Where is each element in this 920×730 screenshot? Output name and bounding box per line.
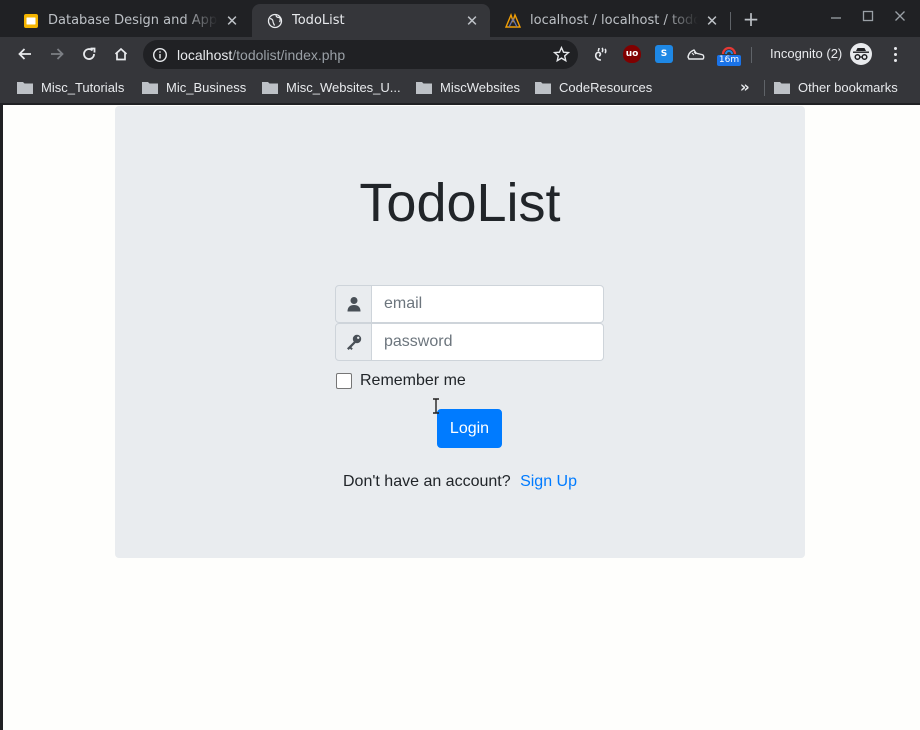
home-button[interactable] <box>109 42 133 66</box>
bookmark-coderesources[interactable]: CodeResources <box>535 78 652 96</box>
minimize-button[interactable] <box>825 6 847 26</box>
tracker-extension-icon[interactable]: 16m <box>717 43 741 66</box>
url-host: localhost <box>177 46 233 63</box>
close-icon[interactable]: ✕ <box>464 12 480 30</box>
close-icon[interactable]: ✕ <box>224 12 240 30</box>
key-icon <box>346 334 361 350</box>
arrow-right-icon <box>51 48 64 60</box>
star-icon[interactable] <box>553 46 570 63</box>
password-input[interactable] <box>372 323 604 361</box>
back-button[interactable] <box>13 42 37 66</box>
globe-icon <box>267 13 283 29</box>
menu-button[interactable] <box>886 45 904 63</box>
bookmarks-bar: Misc_Tutorials Mic_Business Misc_Website… <box>0 71 920 104</box>
bookmark-label: Other bookmarks <box>798 79 898 95</box>
new-tab-button[interactable]: + <box>740 7 762 31</box>
text-cursor-icon <box>433 398 439 414</box>
folder-icon <box>262 81 278 94</box>
bookmark-misc-websites-u[interactable]: Misc_Websites_U... <box>262 78 401 96</box>
incognito-icon[interactable] <box>850 43 872 65</box>
info-icon[interactable] <box>152 47 168 63</box>
email-input[interactable] <box>372 285 604 323</box>
bookmark-other[interactable]: Other bookmarks <box>774 78 898 96</box>
signup-row: Don't have an account? Sign Up <box>115 473 805 491</box>
signup-prompt: Don't have an account? <box>343 473 511 490</box>
remember-checkbox[interactable] <box>336 373 352 389</box>
bookmark-misc-tutorials[interactable]: Misc_Tutorials <box>17 78 124 96</box>
login-button[interactable]: Login <box>437 409 502 448</box>
folder-icon <box>416 81 432 94</box>
arrow-left-icon <box>18 48 31 60</box>
close-window-button[interactable] <box>889 6 911 26</box>
email-addon <box>335 285 372 323</box>
ublock-extension-icon[interactable]: uo <box>623 45 641 63</box>
maximize-button[interactable] <box>857 6 879 26</box>
folder-icon <box>774 81 790 94</box>
bookmark-mic-business[interactable]: Mic_Business <box>142 78 246 96</box>
folder-icon <box>535 81 551 94</box>
toolbar-separator <box>751 47 752 63</box>
bookmarks-separator <box>764 80 765 96</box>
phpmyadmin-icon <box>505 12 521 29</box>
tab-title: localhost / localhost / todoli <box>530 13 698 28</box>
tab-strip: Database Design and Applicat ✕ TodoList … <box>0 0 920 37</box>
url-text: localhost/todolist/index.php <box>177 47 345 63</box>
home-icon <box>114 47 128 61</box>
address-bar[interactable]: localhost/todolist/index.php <box>143 40 578 69</box>
tab-separator <box>730 12 731 30</box>
signup-link[interactable]: Sign Up <box>520 473 577 490</box>
shoe-extension-icon[interactable] <box>687 45 705 63</box>
tab-todolist[interactable]: TodoList ✕ <box>252 4 490 37</box>
email-input-group <box>335 285 604 323</box>
s-extension-label: S <box>660 49 668 59</box>
user-icon <box>347 297 360 312</box>
page-viewport: TodoList Remember me Login Don't have an… <box>3 105 920 730</box>
close-icon[interactable]: ✕ <box>704 12 720 30</box>
bookmark-label: Misc_Tutorials <box>41 79 125 95</box>
browser-toolbar: localhost/todolist/index.php uo S 16m In… <box>0 37 920 71</box>
tab-title: Database Design and Applicat <box>48 13 218 28</box>
reload-button[interactable] <box>77 42 101 66</box>
extension-badge: 16m <box>717 55 741 66</box>
bookmark-label: Mic_Business <box>166 79 247 95</box>
tab-title: TodoList <box>292 13 345 28</box>
s-extension-icon[interactable]: S <box>655 45 673 63</box>
bookmark-label: Misc_Websites_U... <box>286 79 401 95</box>
ublock-label: uo <box>625 49 639 59</box>
incognito-label[interactable]: Incognito (2) <box>770 46 842 61</box>
page-title: TodoList <box>359 173 561 233</box>
bookmark-label: MiscWebsites <box>440 79 520 95</box>
bookmark-miscwebsites[interactable]: MiscWebsites <box>416 78 520 96</box>
login-jumbotron: TodoList Remember me Login Don't have an… <box>115 106 805 558</box>
remember-label[interactable]: Remember me <box>360 372 466 390</box>
folder-icon <box>142 81 158 94</box>
forward-button[interactable] <box>45 42 69 66</box>
folder-icon <box>17 81 33 94</box>
bookmark-label: CodeResources <box>559 79 653 95</box>
reload-icon <box>83 47 96 60</box>
url-path: /todolist/index.php <box>232 46 346 63</box>
tab-database-design[interactable]: Database Design and Applicat ✕ <box>8 4 250 37</box>
gnome-extension-icon[interactable] <box>591 45 609 63</box>
password-input-group <box>335 323 604 361</box>
slides-icon <box>23 13 39 29</box>
tab-phpmyadmin[interactable]: localhost / localhost / todoli ✕ <box>490 4 730 37</box>
password-addon <box>335 323 372 361</box>
remember-me[interactable]: Remember me <box>336 372 466 390</box>
more-bookmarks-button[interactable]: » <box>740 78 750 96</box>
